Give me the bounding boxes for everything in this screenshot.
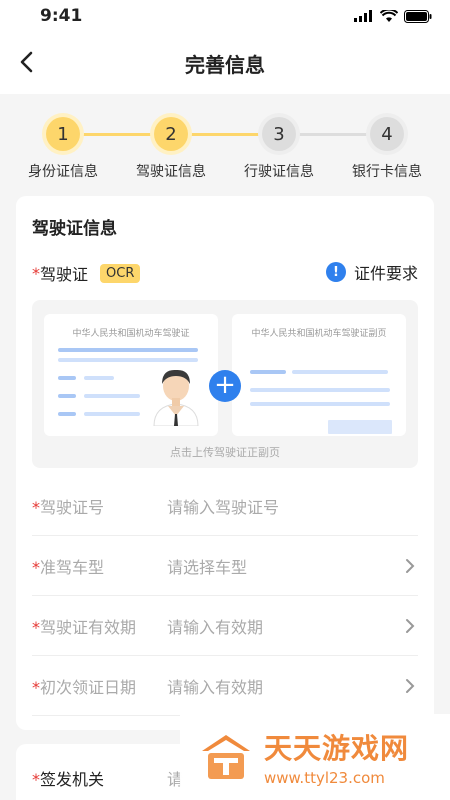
step-label: 行驶证信息	[244, 164, 314, 180]
wifi-icon	[380, 9, 398, 22]
placeholder-line	[58, 412, 76, 416]
plus-icon[interactable]: +	[209, 370, 241, 402]
step-label: 驾驶证信息	[136, 164, 206, 180]
placeholder-line	[250, 388, 390, 392]
placeholder-line	[58, 376, 76, 380]
chevron-right-icon	[402, 678, 418, 694]
license-number-input[interactable]: 请输入驾驶证号	[167, 494, 418, 518]
chevron-right-icon	[402, 558, 418, 574]
step-circle: 4	[370, 117, 404, 151]
chevron-right-icon	[402, 618, 418, 634]
step-circle: 3	[262, 117, 296, 151]
placeholder-line	[250, 402, 390, 406]
license-number-field[interactable]: *驾驶证号 请输入驾驶证号	[32, 476, 418, 536]
progress-steps: 1 身份证信息 2 驾驶证信息 3 行驶证信息 4 银行卡信息	[0, 94, 450, 194]
vehicle-class-select[interactable]: 请选择车型	[167, 554, 402, 578]
requirements-link[interactable]: ! 证件要求	[325, 260, 418, 284]
required-mark: *	[32, 677, 40, 697]
battery-icon	[404, 9, 432, 23]
placeholder-block	[328, 420, 392, 434]
required-mark: *	[32, 263, 40, 283]
nav-bar: 完善信息	[0, 32, 450, 94]
license-validity-field[interactable]: *驾驶证有效期 请输入有效期	[32, 596, 418, 656]
field-label: *初次领证日期	[32, 677, 137, 697]
license-validity-input[interactable]: 请输入有效期	[167, 614, 402, 638]
page-title: 完善信息	[185, 52, 265, 77]
watermark-url: www.ttyl23.com	[264, 769, 385, 787]
placeholder-line	[58, 358, 198, 362]
logo-icon	[202, 735, 250, 779]
step-number: 4	[381, 123, 393, 145]
site-watermark: 天天游戏网 www.ttyl23.com	[180, 714, 450, 800]
vehicle-class-field[interactable]: *准驾车型 请选择车型	[32, 536, 418, 596]
issuing-authority-label: 签发机关	[40, 770, 105, 789]
placeholder-line	[84, 376, 114, 380]
field-label: *准驾车型	[32, 557, 105, 577]
avatar-icon	[148, 369, 204, 426]
placeholder-line	[250, 370, 286, 374]
card-title: 驾驶证信息	[32, 219, 117, 239]
requirements-label: 证件要求	[353, 264, 418, 283]
step-driver-license: 2 驾驶证信息	[121, 117, 221, 181]
first-issue-date-input[interactable]: 请输入有效期	[167, 674, 402, 698]
step-id-card: 1 身份证信息	[13, 117, 113, 181]
status-bar: 9:41	[0, 0, 450, 32]
license-upload-area[interactable]: 中华人民共和国机动车驾驶证 中华人民共和国机动车驾驶证副页 + 点击上传驾驶证正…	[32, 300, 418, 468]
license-back-card: 中华人民共和国机动车驾驶证副页	[232, 314, 406, 436]
ocr-badge[interactable]: OCR	[100, 263, 141, 283]
placeholder-line	[84, 394, 140, 398]
first-issue-date-field[interactable]: *初次领证日期 请输入有效期	[32, 656, 418, 716]
step-bank-card: 4 银行卡信息	[337, 117, 437, 181]
required-mark: *	[32, 557, 40, 577]
upload-hint: 点击上传驾驶证正副页	[170, 446, 280, 459]
license-upload-label: * 驾驶证 OCR	[32, 261, 141, 285]
placeholder-line	[58, 348, 198, 352]
required-mark: *	[32, 770, 40, 789]
info-icon: !	[325, 262, 346, 282]
step-circle: 1	[46, 117, 80, 151]
license-back-title: 中华人民共和国机动车驾驶证副页	[251, 329, 387, 339]
required-mark: *	[32, 617, 40, 637]
step-label: 银行卡信息	[352, 164, 422, 180]
step-circle: 2	[154, 117, 188, 151]
driver-license-card: 驾驶证信息 * 驾驶证 OCR ! 证件要求 中华人民共和国机动车驾驶证 中华人…	[16, 196, 434, 730]
watermark-text: 天天游戏网 www.ttyl23.com	[264, 727, 409, 787]
step-vehicle-license: 3 行驶证信息	[229, 117, 329, 181]
license-front-title: 中华人民共和国机动车驾驶证	[72, 329, 190, 339]
license-front-card: 中华人民共和国机动车驾驶证	[44, 314, 218, 436]
watermark-name: 天天游戏网	[264, 732, 410, 765]
license-label: 驾驶证	[40, 265, 89, 284]
field-label: *驾驶证号	[32, 497, 105, 517]
signal-icon	[354, 10, 372, 22]
field-label: *签发机关	[32, 766, 167, 790]
step-number: 3	[273, 123, 285, 145]
placeholder-line	[84, 412, 140, 416]
back-button[interactable]	[10, 46, 42, 78]
placeholder-line	[58, 394, 76, 398]
step-number: 2	[165, 123, 177, 145]
required-mark: *	[32, 497, 40, 517]
status-time: 9:41	[40, 6, 83, 26]
field-label: *驾驶证有效期	[32, 617, 137, 637]
back-chevron-icon	[20, 51, 33, 73]
step-number: 1	[57, 123, 69, 145]
placeholder-line	[292, 370, 388, 374]
status-icons	[354, 9, 432, 23]
step-label: 身份证信息	[28, 164, 98, 180]
